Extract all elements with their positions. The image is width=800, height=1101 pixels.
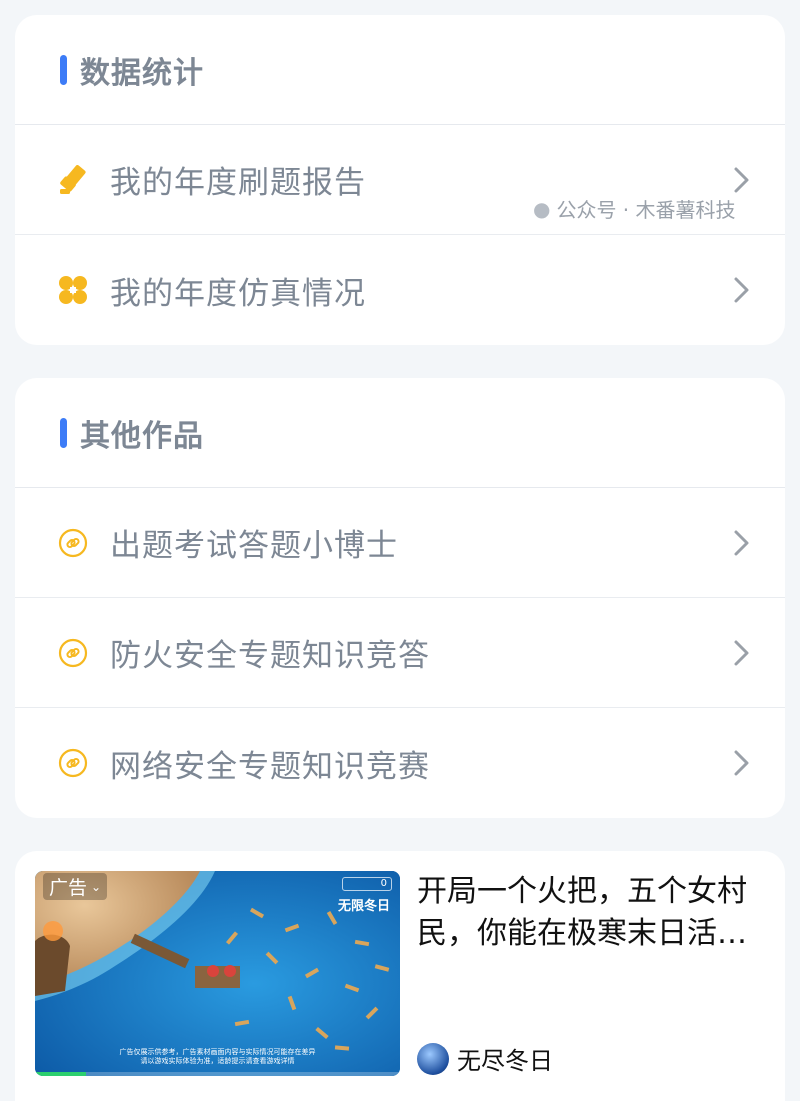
section-accent-bar bbox=[60, 54, 67, 85]
item-label: 防火安全专题知识竞答 bbox=[110, 638, 430, 674]
ad-counter: 0 bbox=[342, 877, 392, 891]
ad-title[interactable]: 开局一个火把，五个女村民，你能在极寒末日活… bbox=[417, 871, 762, 955]
chevron-right-icon bbox=[734, 530, 749, 555]
fire-safety-quiz-item[interactable]: 防火安全专题知识竞答 bbox=[15, 598, 785, 708]
stats-header: 数据统计 bbox=[15, 15, 785, 125]
advertiser-avatar bbox=[417, 1042, 449, 1075]
ad-card[interactable]: 广告 ⌄ 0 无限冬日 广告仅展示供参考，广告素材画面内容与实际情况可能存在差异… bbox=[15, 851, 785, 1101]
works-header: 其他作品 bbox=[15, 378, 785, 488]
watermark: ● 公众号 · 木番薯科技 bbox=[533, 196, 736, 223]
grid-dots-icon bbox=[58, 275, 88, 305]
quiz-exam-doctor-item[interactable]: 出题考试答题小博士 bbox=[15, 488, 785, 598]
chevron-right-icon bbox=[734, 277, 749, 303]
chevron-right-icon bbox=[734, 640, 749, 665]
chevron-right-icon bbox=[734, 167, 749, 192]
ad-progress-fill bbox=[35, 1072, 87, 1076]
advertiser-name: 无尽冬日 bbox=[457, 1047, 553, 1075]
ad-video-thumbnail[interactable]: 广告 ⌄ 0 无限冬日 广告仅展示供参考，广告素材画面内容与实际情况可能存在差异… bbox=[35, 871, 400, 1076]
link-icon bbox=[58, 748, 88, 778]
ad-badge[interactable]: 广告 ⌄ bbox=[43, 873, 108, 900]
brush-icon bbox=[58, 164, 88, 195]
ad-advertiser-info[interactable]: 无尽冬日 bbox=[417, 1041, 553, 1076]
ad-game-logo: 无限冬日 bbox=[337, 899, 390, 914]
section-accent-bar bbox=[60, 417, 67, 448]
chevron-right-icon bbox=[734, 750, 749, 776]
item-label: 网络安全专题知识竞赛 bbox=[110, 748, 430, 785]
stats-card: 数据统计 我的年度刷题报告 我的年度仿真情况 bbox=[15, 15, 785, 345]
ad-progress-bar bbox=[35, 1072, 400, 1076]
chevron-down-icon: ⌄ bbox=[91, 879, 102, 894]
stats-title: 数据统计 bbox=[80, 55, 204, 91]
item-label: 出题考试答题小博士 bbox=[110, 528, 398, 564]
ad-caption: 广告仅展示供参考，广告素材画面内容与实际情况可能存在差异 请以游戏实际体验为准，… bbox=[119, 1048, 316, 1065]
works-title: 其他作品 bbox=[80, 418, 204, 454]
item-label: 我的年度刷题报告 bbox=[110, 165, 366, 201]
other-works-card: 其他作品 出题考试答题小博士 防火安全专题知识竞答 网络安全专题知识竞赛 bbox=[15, 378, 785, 818]
item-label: 我的年度仿真情况 bbox=[110, 275, 366, 312]
link-icon bbox=[58, 638, 88, 668]
annual-simulation-item[interactable]: 我的年度仿真情况 bbox=[15, 235, 785, 345]
network-safety-contest-item[interactable]: 网络安全专题知识竞赛 bbox=[15, 708, 785, 818]
wechat-icon: ● bbox=[533, 196, 551, 221]
link-icon bbox=[58, 528, 88, 558]
